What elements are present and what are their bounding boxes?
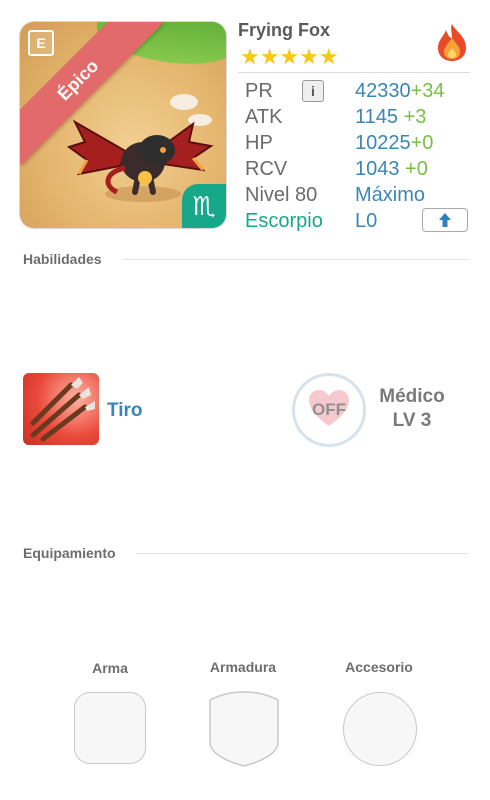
- leader-skill-name: Médico: [379, 386, 445, 407]
- weapon-label: Arma: [92, 660, 128, 676]
- leader-skill-level: LV 3: [392, 410, 432, 431]
- accessory-slot[interactable]: [343, 692, 417, 766]
- equipment-section-title: Equipamiento: [23, 545, 116, 561]
- arrow-up-icon: [439, 213, 451, 227]
- skills-section-title: Habilidades: [23, 251, 102, 267]
- stat-label-rcv: RCV: [245, 158, 288, 180]
- stat-label-pr: PR: [245, 80, 273, 102]
- skill-tiro-icon[interactable]: [23, 373, 99, 445]
- level-label: Nivel 80: [245, 184, 318, 206]
- stat-base-pr: 42330: [355, 80, 411, 102]
- leader-skill-off-toggle[interactable]: OFF: [292, 373, 366, 447]
- upgrade-button[interactable]: [422, 208, 468, 232]
- monster-portrait[interactable]: Épico E ♏: [20, 22, 226, 228]
- stat-label-hp: HP: [245, 132, 273, 154]
- monster-name: Frying Fox: [238, 20, 331, 40]
- divider: [122, 259, 468, 260]
- equipment-e-icon: E: [28, 30, 54, 56]
- stat-bonus-rcv: +0: [399, 158, 428, 180]
- scorpio-zodiac-icon: ♏: [182, 184, 226, 228]
- rarity-label: Épico: [53, 55, 103, 105]
- stat-value-hp: 10225+0: [355, 132, 433, 155]
- arrows-icon: [30, 377, 95, 442]
- stat-value-atk: 1145 +3: [355, 106, 426, 129]
- armor-slot[interactable]: [208, 690, 280, 768]
- info-icon[interactable]: i: [302, 80, 324, 102]
- stat-base-hp: 10225: [355, 132, 411, 154]
- divider: [238, 72, 470, 73]
- level-value: Máximo: [355, 184, 426, 206]
- stat-bonus-hp: +0: [410, 132, 434, 154]
- zodiac-sign-label: Escorpio: [245, 210, 323, 232]
- skill-name[interactable]: Tiro: [107, 400, 143, 422]
- stat-bonus-atk: +3: [398, 106, 427, 128]
- stat-value-rcv: 1043 +0: [355, 158, 428, 181]
- leader-skill-state: OFF: [312, 400, 346, 419]
- stat-value-pr: 42330+34: [355, 80, 445, 103]
- rarity-stars: ★★★★★: [240, 44, 339, 69]
- armor-label: Armadura: [209, 659, 277, 675]
- zodiac-level-value: L0: [355, 210, 378, 232]
- stat-base-rcv: 1043: [355, 158, 400, 180]
- divider: [136, 553, 468, 554]
- fire-element-icon: [438, 24, 466, 61]
- stat-base-atk: 1145: [355, 106, 399, 128]
- weapon-slot[interactable]: [74, 692, 146, 764]
- stat-label-atk: ATK: [245, 106, 283, 128]
- stat-bonus-pr: +34: [410, 80, 445, 102]
- accessory-label: Accesorio: [345, 659, 413, 675]
